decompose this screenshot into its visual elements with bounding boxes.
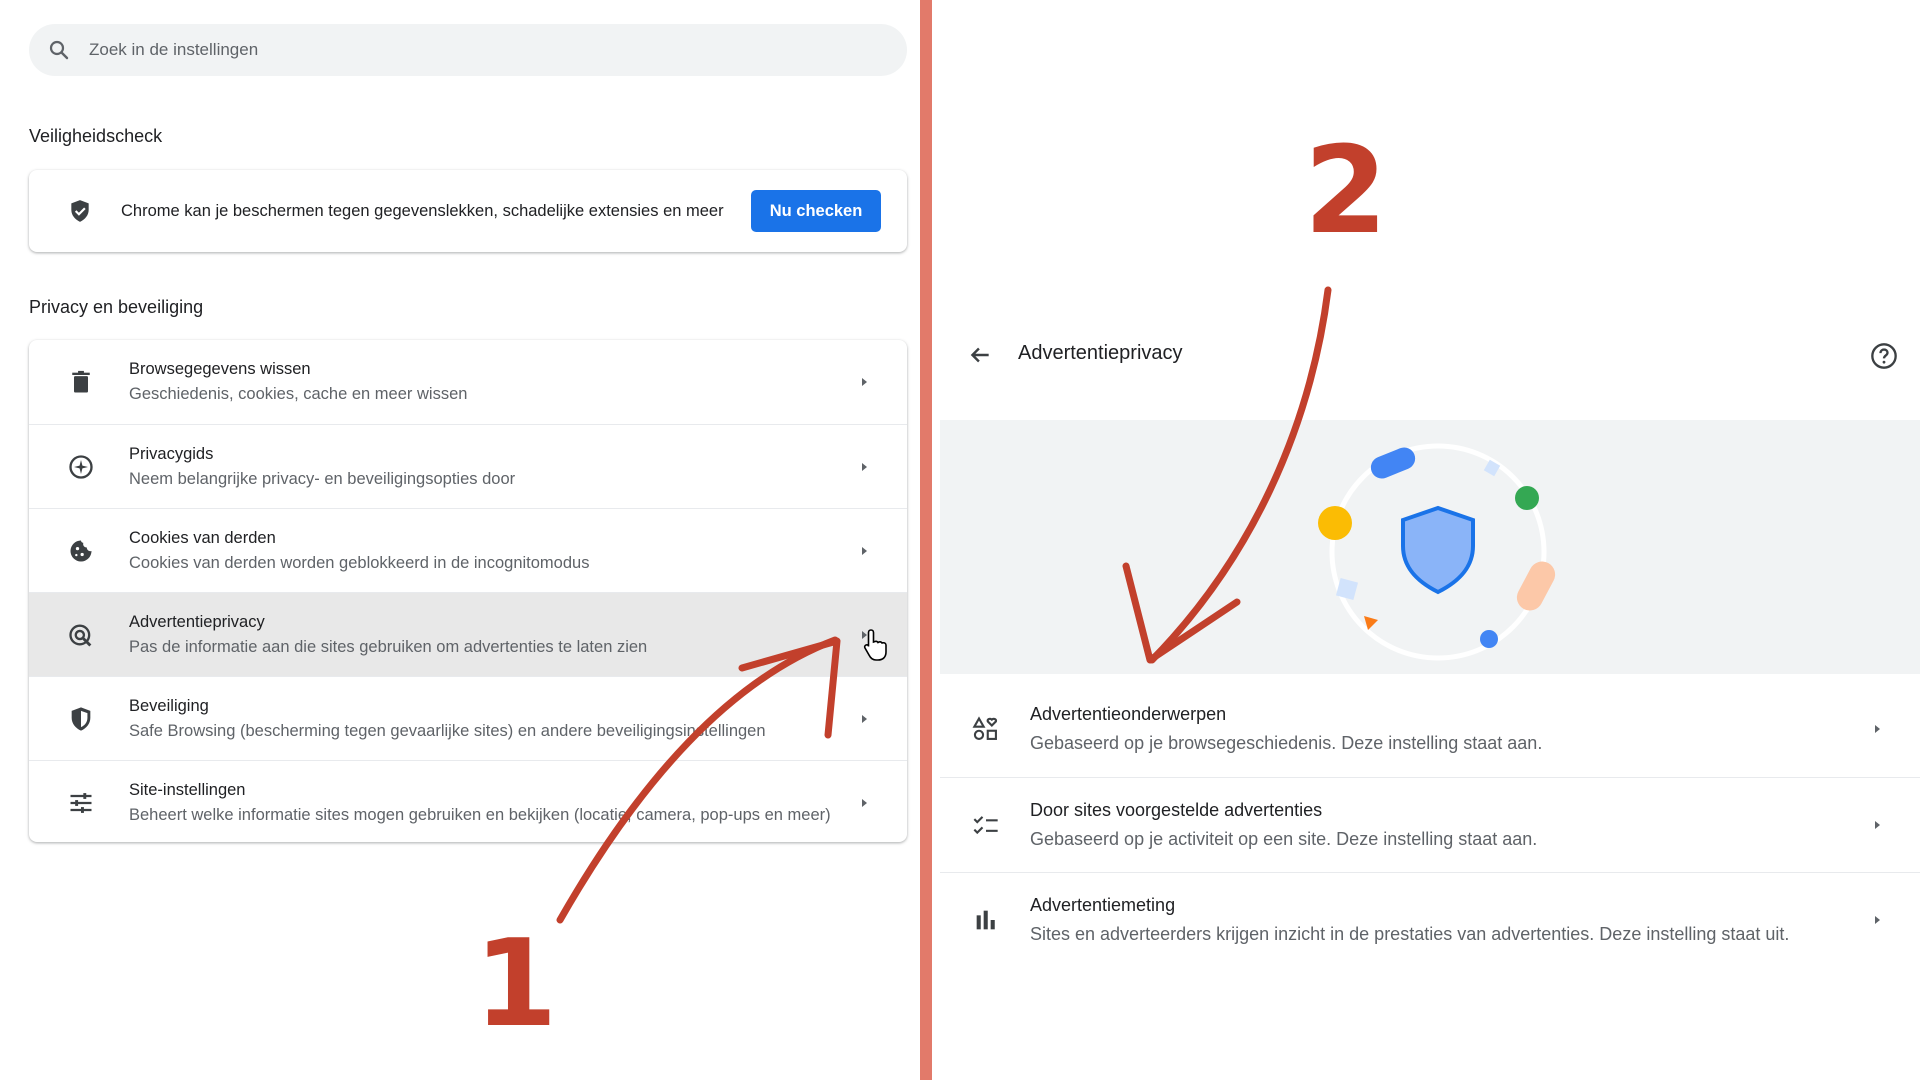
list-item-ad-topics[interactable]: Advertentieonderwerpen Gebaseerd op je b… <box>940 682 1920 776</box>
list-item-label: Site-instellingen <box>129 780 246 799</box>
cookie-icon <box>70 540 92 561</box>
list-item-desc: Neem belangrijke privacy- en beveiliging… <box>129 469 516 488</box>
list-item-label: Advertentieonderwerpen <box>1030 704 1227 724</box>
list-item-desc: Gebaseerd op je browsegeschiedenis. Deze… <box>1030 733 1543 753</box>
ad-privacy-icon <box>69 624 92 647</box>
chevron-right-icon <box>1875 821 1880 829</box>
list-item-desc: Cookies van derden worden geblokkeerd in… <box>129 553 590 572</box>
list-item-label: Door sites voorgestelde advertenties <box>1030 800 1323 820</box>
page-title: Advertentieprivacy <box>1018 342 1183 364</box>
trash-icon <box>72 370 90 392</box>
privacy-list: Browsegegevens wissen Geschiedenis, cook… <box>29 340 907 842</box>
compass-icon <box>69 454 93 479</box>
search-placeholder: Zoek in de instellingen <box>89 40 259 59</box>
back-arrow-icon[interactable] <box>967 342 993 368</box>
list-item-desc: Beheert welke informatie sites mogen geb… <box>129 805 831 824</box>
chevron-right-icon <box>862 714 867 723</box>
list-item-desc: Sites en adverteerders krijgen inzicht i… <box>1030 924 1790 944</box>
list-item-label: Beveiliging <box>129 696 209 715</box>
checklist-icon <box>973 816 998 835</box>
section-title-privacy: Privacy en beveiliging <box>29 297 204 317</box>
list-item-security[interactable]: Beveiliging Safe Browsing (bescherming t… <box>29 676 907 760</box>
privacy-shield-illustration <box>1318 443 1556 661</box>
list-item-desc: Pas de informatie aan die sites gebruike… <box>129 637 648 656</box>
list-item-site-settings[interactable]: Site-instellingen Beheert welke informat… <box>29 760 907 842</box>
annotation-step-1: 1 <box>474 915 558 1054</box>
hand-cursor-icon <box>863 629 887 661</box>
chevron-right-icon <box>1875 916 1880 924</box>
shield-check-icon <box>71 200 89 222</box>
check-now-button[interactable]: Nu checken <box>751 190 881 232</box>
safety-check-text: Chrome kan je beschermen tegen gegevensl… <box>121 201 724 220</box>
list-item-desc: Safe Browsing (bescherming tegen gevaarl… <box>129 721 766 740</box>
list-item-site-suggested-ads[interactable]: Door sites voorgestelde advertenties Geb… <box>940 777 1920 872</box>
safety-check-card: Chrome kan je beschermen tegen gegevensl… <box>29 170 907 252</box>
section-title-safety: Veiligheidscheck <box>29 126 163 146</box>
chevron-right-icon <box>862 377 867 386</box>
list-item-label: Cookies van derden <box>129 528 276 547</box>
chevron-right-icon <box>862 462 867 471</box>
chevron-right-icon <box>1875 725 1880 733</box>
list-item-desc: Gebaseerd op je activiteit op een site. … <box>1030 829 1538 849</box>
settings-panel: Zoek in de instellingen Veiligheidscheck… <box>0 0 920 1080</box>
bar-chart-icon <box>976 910 995 930</box>
list-item-label: Privacygids <box>129 444 214 463</box>
list-item-privacy-guide[interactable]: Privacygids Neem belangrijke privacy- en… <box>29 424 907 508</box>
sliders-icon <box>70 792 92 813</box>
annotation-step-2: 2 <box>1304 122 1388 261</box>
list-item-ad-privacy[interactable]: Advertentieprivacy Pas de informatie aan… <box>29 592 907 676</box>
topics-icon <box>972 716 998 740</box>
chevron-right-icon <box>862 798 867 807</box>
search-input[interactable]: Zoek in de instellingen <box>29 24 907 76</box>
panel-divider <box>920 0 932 1080</box>
ad-privacy-page: Advertentieprivacy Advertentieonderwerpe… <box>932 0 1920 1080</box>
search-icon <box>49 40 69 60</box>
shield-icon <box>71 706 91 731</box>
list-item-desc: Geschiedenis, cookies, cache en meer wis… <box>129 384 468 403</box>
help-icon[interactable] <box>1870 342 1898 370</box>
list-item-ad-measurement[interactable]: Advertentiemeting Sites en adverteerders… <box>940 872 1920 967</box>
list-item-label: Advertentieprivacy <box>129 612 265 631</box>
list-item-clear-browsing-data[interactable]: Browsegegevens wissen Geschiedenis, cook… <box>29 340 907 423</box>
list-item-label: Advertentiemeting <box>1030 895 1176 915</box>
list-item-third-party-cookies[interactable]: Cookies van derden Cookies van derden wo… <box>29 508 907 592</box>
ad-privacy-illustration <box>940 420 1920 674</box>
list-item-label: Browsegegevens wissen <box>129 359 311 378</box>
chevron-right-icon <box>862 546 867 555</box>
